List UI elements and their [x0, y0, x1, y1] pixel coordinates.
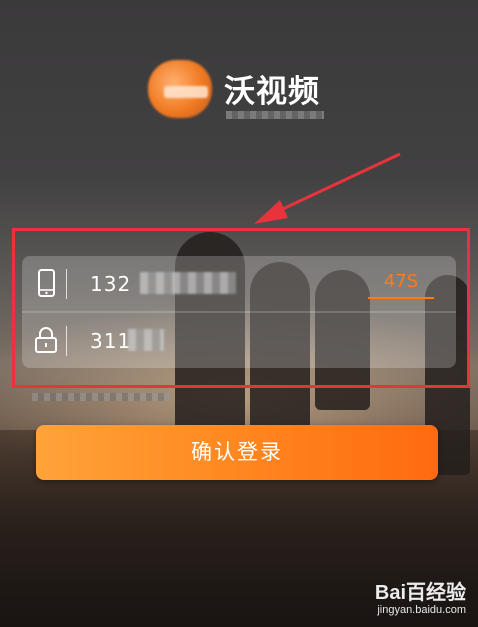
baidu-jingyan-watermark: Bai百经验 jingyan.baidu.com [316, 576, 466, 622]
confirm-login-button[interactable]: 确认登录 [36, 425, 438, 480]
resend-countdown-button[interactable]: 47S [368, 267, 434, 299]
phone-field[interactable]: 132 47S [22, 256, 456, 311]
brand-tagline-obscured [226, 111, 324, 119]
phone-input[interactable]: 132 [90, 272, 131, 296]
verification-code-input[interactable]: 311 [90, 329, 131, 353]
wo-video-logo-icon [148, 60, 212, 118]
obscured-text [32, 393, 170, 401]
phone-mosaic [140, 272, 236, 294]
watermark-url: jingyan.baidu.com [377, 604, 466, 616]
phone-icon [38, 269, 55, 297]
annotation-arrow-icon [254, 152, 401, 224]
field-separator [66, 269, 67, 299]
watermark-logo: Bai百经验 [374, 582, 466, 604]
app-logo: 沃视频 [140, 58, 360, 128]
lock-icon [35, 327, 57, 353]
code-mosaic [128, 329, 164, 351]
brand-name: 沃视频 [224, 74, 320, 110]
code-field[interactable]: 311 [22, 313, 456, 368]
field-separator [66, 326, 67, 356]
